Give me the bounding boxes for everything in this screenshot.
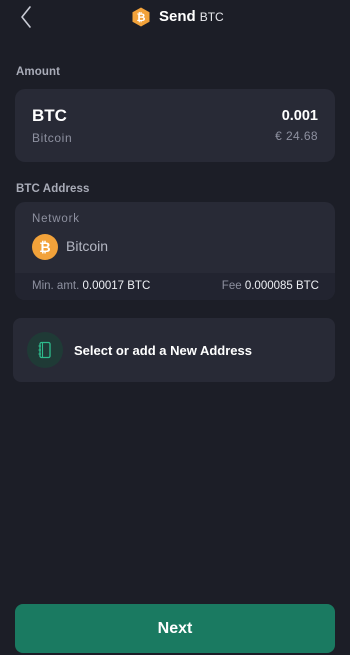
limits-bar: Min. amt. 0.00017 BTC Fee 0.000085 BTC: [15, 273, 335, 300]
select-address-button[interactable]: Select or add a New Address: [13, 318, 335, 382]
amount-value: 0.001: [281, 108, 318, 124]
network-label: Network: [32, 213, 80, 225]
min-amount: Min. amt. 0.00017 BTC: [32, 280, 150, 292]
bitcoin-glyph: ₿: [39, 239, 51, 255]
title-sub: BTC: [199, 10, 224, 24]
amount-card[interactable]: BTC Bitcoin 0.001 € 24.68: [15, 89, 335, 162]
address-label: BTC Address: [16, 183, 90, 195]
fiat-value: € 24.68: [275, 129, 318, 143]
min-amount-value: 0.00017 BTC: [82, 280, 151, 292]
bitcoin-icon: ₿: [32, 234, 58, 260]
address-book-icon: [27, 332, 63, 368]
network-name: Bitcoin: [66, 238, 109, 254]
currency-name: Bitcoin: [32, 131, 73, 145]
title-text: Send: [159, 8, 196, 25]
header: ₿ Send BTC: [0, 0, 350, 34]
fee-label: Fee: [221, 280, 242, 292]
chevron-left-icon: [21, 6, 31, 28]
fee: Fee 0.000085 BTC: [222, 280, 319, 292]
amount-label: Amount: [16, 66, 61, 78]
page-title: ₿ Send BTC: [131, 7, 224, 27]
select-address-label: Select or add a New Address: [74, 343, 252, 358]
bitcoin-hex-icon: ₿: [132, 7, 150, 27]
currency-symbol: BTC: [32, 106, 67, 125]
min-amount-label: Min. amt.: [32, 280, 80, 292]
svg-text:₿: ₿: [137, 11, 146, 24]
address-card: Network ₿ Bitcoin Min. amt. 0.00017 BTC …: [15, 202, 335, 300]
back-button[interactable]: [14, 4, 40, 30]
next-button[interactable]: Next: [15, 604, 335, 653]
fee-value: 0.000085 BTC: [244, 280, 319, 292]
